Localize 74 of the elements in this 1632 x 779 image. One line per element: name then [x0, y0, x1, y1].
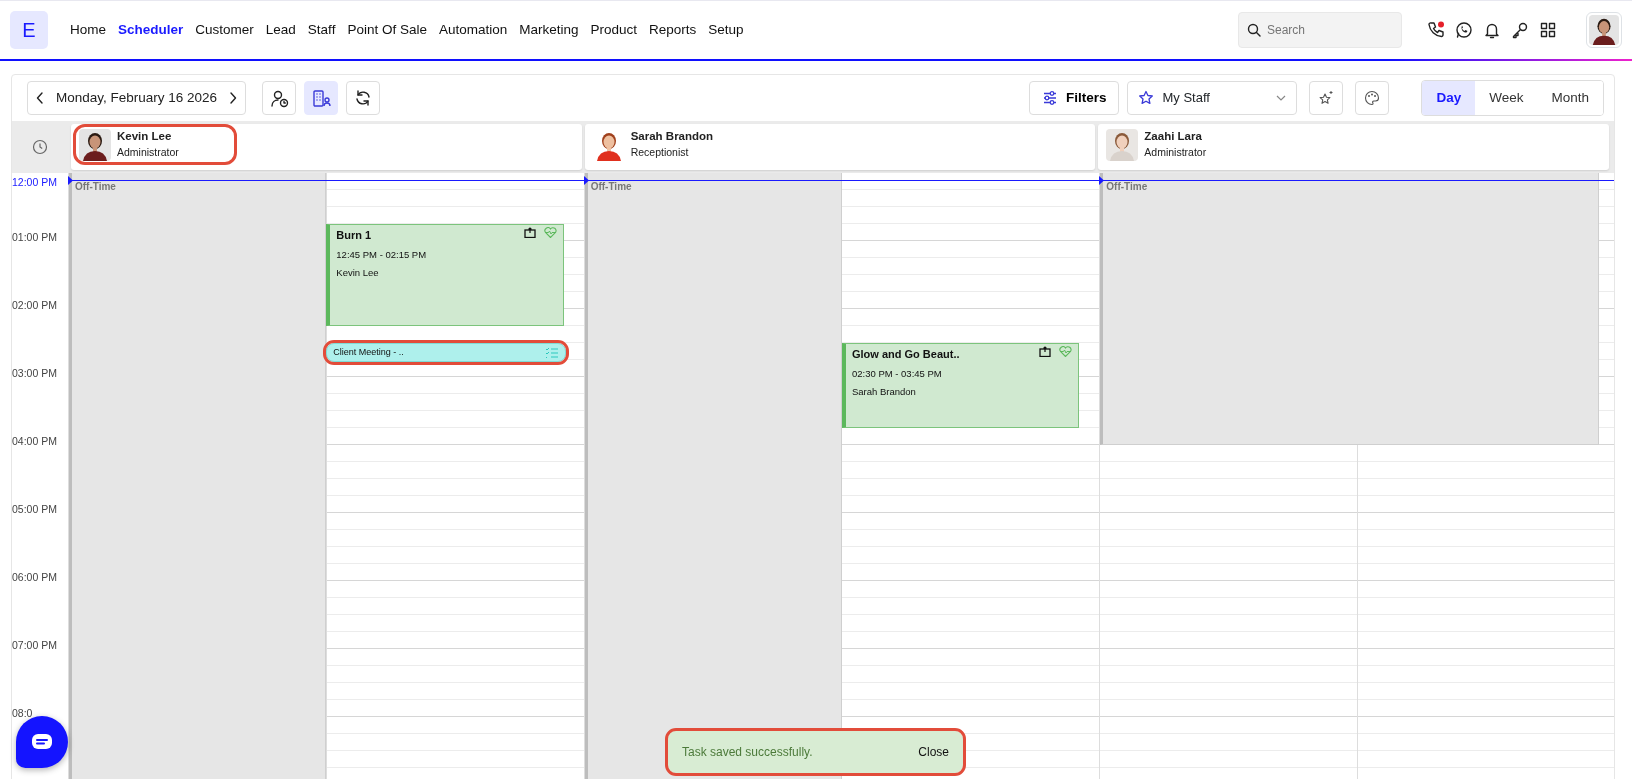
checklist-icon [544, 347, 559, 359]
clock-icon [32, 139, 48, 155]
palette-button[interactable] [1355, 81, 1390, 115]
time-label: 12:00 PM [12, 175, 57, 190]
event-staff: Sarah Brandon [852, 384, 917, 399]
chevron-down-icon [1276, 95, 1287, 101]
off-time-label: Off-Time [590, 180, 632, 194]
event-staff: Kevin Lee [336, 265, 380, 280]
nav-link[interactable]: Product [584, 19, 644, 41]
export-icon [523, 227, 536, 238]
staff-role: Administrator [1144, 145, 1207, 161]
staff-name: Kevin Lee [117, 129, 173, 144]
staff-name: Sarah Brandon [630, 129, 714, 144]
time-label: 08:0 [12, 706, 33, 721]
staff-select[interactable]: My Staff [1127, 81, 1298, 115]
nav-link[interactable]: Marketing [513, 19, 585, 41]
appointment-card[interactable]: Glow and Go Beaut.. 02:30 PM - 03:45 PM Sarah Brandon [842, 343, 1080, 428]
task-card[interactable]: Client Meeting - .. [326, 343, 566, 363]
sparkle-button[interactable] [1309, 81, 1344, 115]
off-time-label: Off-Time [75, 180, 116, 194]
user-avatar[interactable] [1586, 12, 1622, 48]
chevron-right-icon[interactable] [229, 92, 238, 104]
task-title: Client Meeting - .. [333, 345, 404, 359]
time-label: 01:00 PM [12, 230, 57, 245]
staff-clock-icon [269, 88, 289, 108]
time-label: 02:00 PM [12, 298, 57, 313]
search-icon [1247, 23, 1261, 37]
nav-link[interactable]: Scheduler [112, 19, 190, 41]
event-title: Glow and Go Beaut.. [852, 347, 960, 362]
nav-link[interactable]: Setup [702, 19, 750, 41]
nav-link[interactable]: Home [64, 19, 112, 41]
view-tab[interactable]: Day [1422, 81, 1476, 115]
time-label: 07:00 PM [12, 638, 57, 653]
logo[interactable]: E [10, 11, 48, 49]
date-label: Monday, February 16 2026 [56, 88, 218, 107]
time-label: 06:00 PM [12, 570, 57, 585]
tool-button[interactable] [304, 81, 339, 115]
filters-button[interactable]: Filters [1028, 81, 1120, 115]
nav-link[interactable]: Customer [189, 19, 260, 41]
tool-button[interactable] [262, 81, 297, 115]
nav-link[interactable]: Reports [643, 19, 703, 41]
close-button[interactable]: Close [918, 743, 949, 761]
select-value: My Staff [1162, 89, 1211, 108]
export-icon [1039, 346, 1052, 357]
nav-link[interactable]: Lead [259, 19, 302, 41]
event-time: 12:45 PM - 02:15 PM [336, 247, 428, 262]
time-label: 03:00 PM [12, 366, 57, 381]
event-time: 02:30 PM - 03:45 PM [852, 366, 943, 381]
staff-role: Administrator [117, 145, 179, 161]
time-label: 04:00 PM [12, 434, 57, 449]
sparkle-star-icon [1318, 90, 1335, 106]
refresh-icon [353, 88, 373, 108]
sliders-icon [1041, 90, 1058, 106]
staff-name: Zaahi Lara [1144, 129, 1203, 144]
nav-link[interactable]: Point Of Sale [341, 19, 433, 41]
current-time-marker-icon [68, 176, 73, 185]
staff-role: Receptionist [630, 145, 690, 161]
tool-button[interactable] [346, 81, 381, 115]
event-title: Burn 1 [336, 228, 372, 243]
search-field[interactable]: Search [1238, 12, 1402, 48]
nav-link[interactable]: Automation [432, 19, 514, 41]
star-icon [1138, 90, 1155, 106]
chat-button[interactable] [16, 716, 68, 768]
chat-icon [31, 733, 53, 751]
appointment-card[interactable]: Burn 1 12:45 PM - 02:15 PM Kevin Lee [326, 224, 564, 326]
palette-icon [1364, 90, 1381, 106]
chevron-left-icon[interactable] [36, 92, 44, 104]
toast-message: Task saved successfully. [682, 744, 813, 761]
time-label: 05:00 PM [12, 502, 57, 517]
heart-pulse-icon [543, 227, 557, 238]
building-people-icon [311, 88, 331, 108]
heart-pulse-icon [1059, 346, 1073, 357]
off-time-label: Off-Time [1106, 180, 1148, 194]
nav-link[interactable]: Staff [301, 19, 342, 41]
